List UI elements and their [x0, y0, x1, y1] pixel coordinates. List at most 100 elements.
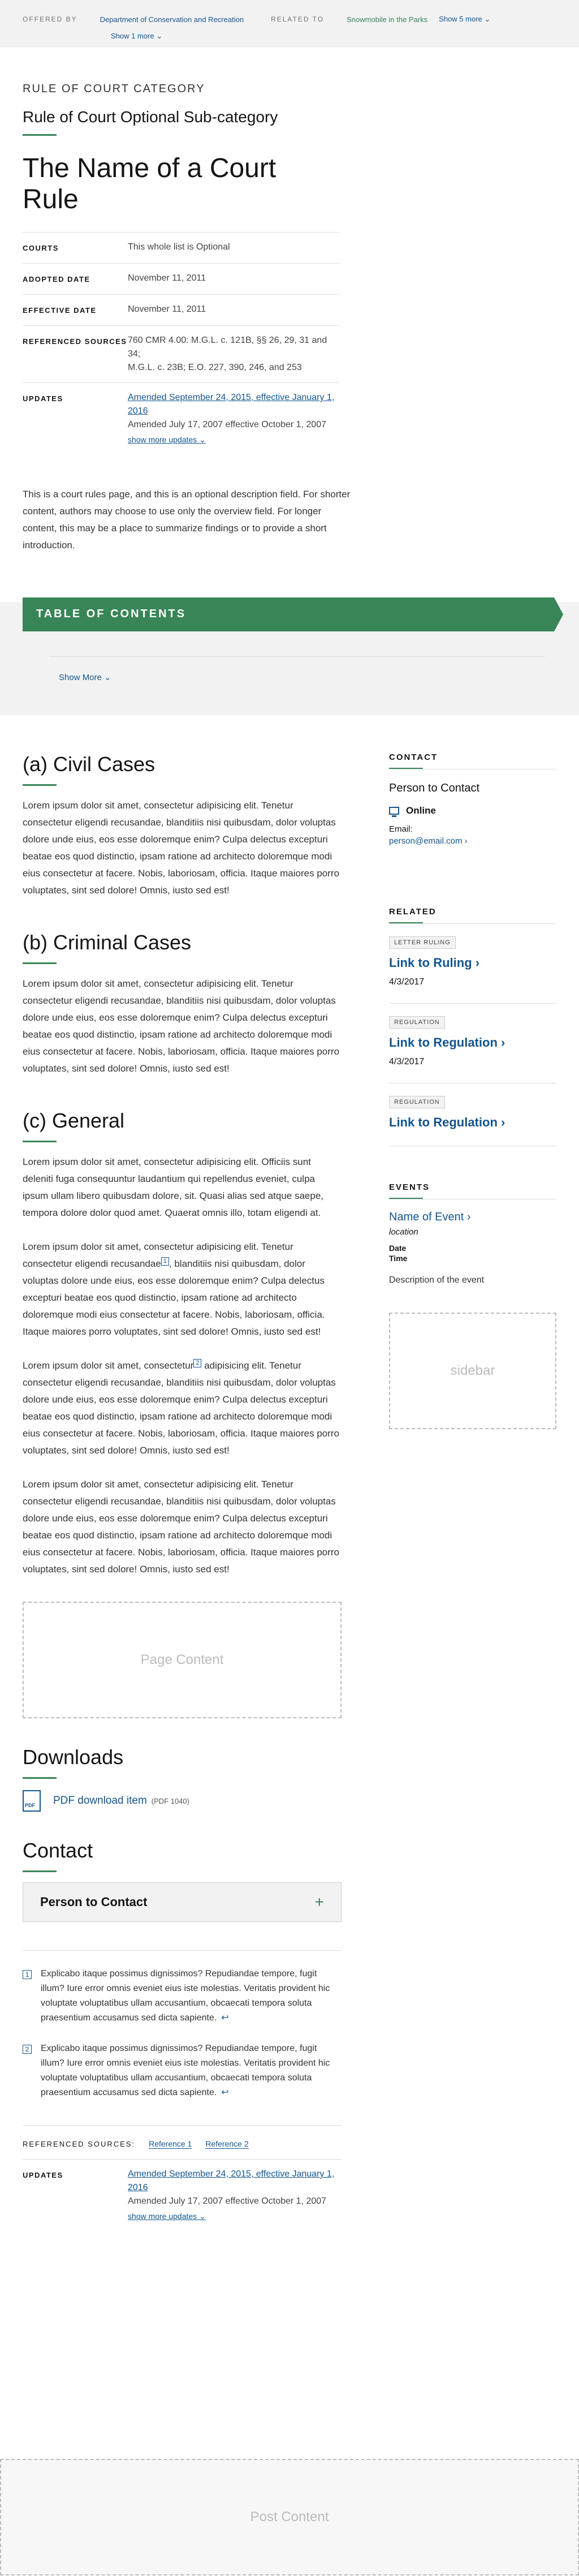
- update-link[interactable]: Amended September 24, 2015, effective Ja…: [128, 393, 334, 416]
- show-more-updates-button[interactable]: show more updates ⌄: [128, 433, 339, 446]
- footnote-ref-1[interactable]: 1: [161, 1257, 169, 1266]
- referenced-sources: REFERENCED SOURCES: Reference 1 Referenc…: [23, 2139, 342, 2149]
- section-text-general-4: Lorem ipsum dolor sit amet, consectetur …: [23, 1479, 340, 1575]
- page-title: The Name of a Court Rule: [23, 153, 276, 214]
- top-strip: OFFERED BY Department of Conservation an…: [0, 0, 579, 48]
- footnote-2: 2 Explicabo itaque possimus dignissimos?…: [23, 2041, 342, 2100]
- download-item[interactable]: PDF download item (PDF 1040): [23, 1790, 342, 1812]
- contact-accordion[interactable]: Person to Contact +: [23, 1882, 342, 1922]
- text-run: , blanditiis nisi quibusdam, dolor volup…: [23, 1258, 325, 1337]
- footnote-text: Explicabo itaque possimus dignissimos? R…: [41, 2044, 330, 2097]
- divider: [23, 1777, 57, 1779]
- section-heading-criminal: (b) Criminal Cases: [23, 931, 192, 954]
- meta-value-line: 760 CMR 4.00: M.G.L. c. 121B, §§ 26, 29,…: [128, 336, 327, 359]
- download-link[interactable]: PDF download item: [53, 1795, 147, 1807]
- email-link[interactable]: person@email.com ›: [389, 836, 556, 846]
- pdf-file-icon: [23, 1790, 41, 1812]
- plus-icon: +: [314, 1893, 324, 1911]
- footnote-body: Explicabo itaque possimus dignissimos? R…: [41, 2041, 342, 2100]
- meta-key: UPDATES: [23, 2171, 63, 2179]
- divider: [23, 784, 57, 786]
- page: OFFERED BY Department of Conservation an…: [0, 0, 579, 2576]
- downloads-heading: Downloads: [23, 1745, 124, 1769]
- footnote-number: 1: [23, 1970, 32, 1979]
- related-tag: REGULATION: [389, 1096, 445, 1108]
- sidebar-contact-heading: CONTACT: [389, 752, 438, 762]
- divider: [23, 1870, 57, 1872]
- offered-by-label: OFFERED BY: [23, 15, 77, 23]
- toc-show-more-button[interactable]: Show More ⌄: [59, 672, 111, 682]
- update-link[interactable]: Amended September 24, 2015, effective Ja…: [128, 2169, 334, 2192]
- event-link[interactable]: Name of Event ›: [389, 1211, 556, 1224]
- meta-key: REFERENCED SOURCES: [23, 337, 127, 346]
- meta-row-courts: COURTS This whole list is Optional: [23, 232, 339, 263]
- show-more-updates-button[interactable]: show more updates ⌄: [128, 2209, 342, 2223]
- email-label: Email:: [389, 824, 413, 834]
- bottom-updates-row: UPDATES Amended September 24, 2015, effe…: [23, 2159, 342, 2231]
- contact-name: Person to Contact: [389, 782, 480, 794]
- section-text-general-3: Lorem ipsum dolor sit amet, consectetur 2…: [23, 1357, 342, 1459]
- rule-category: RULE OF COURT CATEGORY: [23, 83, 205, 95]
- divider: [389, 923, 556, 924]
- rule-subcategory: Rule of Court Optional Sub-category: [23, 108, 278, 126]
- monitor-icon: [389, 807, 399, 817]
- return-arrow-icon[interactable]: ↩: [221, 2088, 228, 2097]
- show-more-related-button[interactable]: Show 5 more ⌄: [439, 15, 490, 24]
- section-text-civil: Lorem ipsum dolor sit amet, consectetur …: [23, 800, 340, 896]
- contact-accordion-title: Person to Contact: [40, 1895, 148, 1909]
- contact-heading: Contact: [23, 1839, 93, 1862]
- footnote-text: Explicabo itaque possimus dignissimos? R…: [41, 1969, 330, 2023]
- meta-row-effective: EFFECTIVE DATE November 11, 2011: [23, 294, 339, 325]
- sidebar-placeholder: sidebar: [389, 1313, 556, 1429]
- section-heading-general: (c) General: [23, 1109, 125, 1132]
- related-to-label: RELATED TO: [271, 15, 325, 23]
- footnotes: 1 Explicabo itaque possimus dignissimos?…: [23, 1950, 342, 2100]
- meta-key: UPDATES: [23, 394, 63, 403]
- text-run: Lorem ipsum dolor sit amet, consectetur: [23, 1360, 194, 1371]
- show-more-offered-button[interactable]: Show 1 more ⌄: [111, 32, 556, 41]
- divider: [23, 962, 57, 964]
- meta-key: ADOPTED DATE: [23, 275, 90, 283]
- related-item: REGULATION Link to Regulation ›: [389, 1096, 556, 1130]
- related-link[interactable]: Link to Regulation ›: [389, 1115, 556, 1130]
- offered-by-link[interactable]: Department of Conservation and Recreatio…: [100, 15, 244, 24]
- meta-value-line: M.G.L. c. 23B; E.O. 227, 390, 246, and 2…: [128, 363, 302, 372]
- footnote-ref-2[interactable]: 2: [193, 1359, 202, 1368]
- referenced-sources-label: REFERENCED SOURCES:: [23, 2140, 136, 2148]
- section-text-criminal: Lorem ipsum dolor sit amet, consectetur …: [23, 978, 340, 1074]
- event-location: location: [389, 1227, 418, 1237]
- event-description: Description of the event: [389, 1275, 485, 1285]
- meta-row-updates: UPDATES Amended September 24, 2015, effe…: [23, 382, 339, 454]
- update-text: Amended July 17, 2007 effective October …: [128, 2196, 327, 2206]
- return-arrow-icon[interactable]: ↩: [221, 2013, 228, 2023]
- section-text-general-1: Lorem ipsum dolor sit amet, consectetur …: [23, 1156, 324, 1218]
- related-link[interactable]: Link to Regulation ›: [389, 1035, 556, 1050]
- related-date: 4/3/2017: [389, 977, 425, 987]
- event-time: Time: [389, 1254, 408, 1263]
- related-link[interactable]: Link to Ruling ›: [389, 956, 556, 970]
- main-content: (a) Civil Cases Lorem ipsum dolor sit am…: [23, 752, 342, 2231]
- related-date: 4/3/2017: [389, 1057, 425, 1066]
- post-content-placeholder: Post Content: [0, 2459, 579, 2575]
- divider: [23, 1141, 57, 1142]
- meta-key: EFFECTIVE DATE: [23, 306, 97, 315]
- related-item: REGULATION Link to Regulation › 4/3/2017: [389, 1016, 556, 1067]
- page-header: RULE OF COURT CATEGORY Rule of Court Opt…: [0, 48, 362, 454]
- sidebar-related-heading: RELATED: [389, 907, 437, 917]
- toc-heading: TABLE OF CONTENTS: [23, 597, 563, 631]
- sidebar-events-heading: EVENTS: [389, 1182, 430, 1192]
- meta-key: COURTS: [23, 244, 59, 252]
- related-to-link[interactable]: Snowmobile in the Parks: [347, 15, 427, 24]
- event-date: Date: [389, 1244, 407, 1253]
- section-text-general-2: Lorem ipsum dolor sit amet, consectetur …: [23, 1238, 342, 1340]
- related-tag: REGULATION: [389, 1016, 445, 1029]
- meta-value: This whole list is Optional: [128, 242, 230, 252]
- reference-link-1[interactable]: Reference 1: [149, 2139, 192, 2149]
- divider: [389, 1003, 556, 1004]
- related-item: LETTER RULING Link to Ruling › 4/3/2017: [389, 936, 556, 987]
- reference-link-2[interactable]: Reference 2: [205, 2139, 249, 2149]
- toc-divider: [50, 656, 545, 657]
- sidebar: CONTACT Person to Contact Online Email: …: [389, 752, 556, 1429]
- meta-value: November 11, 2011: [128, 273, 206, 283]
- meta-row-referenced-sources: REFERENCED SOURCES 760 CMR 4.00: M.G.L. …: [23, 325, 339, 382]
